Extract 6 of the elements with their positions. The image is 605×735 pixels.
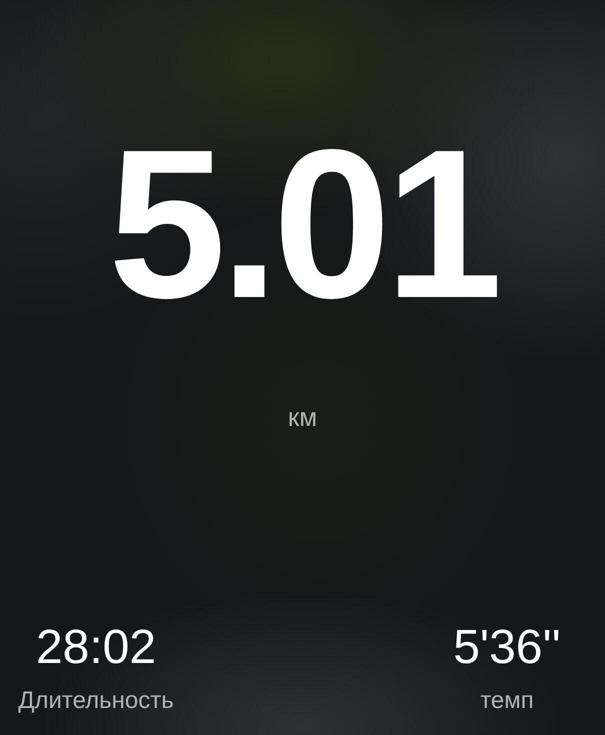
distance-unit: км [288, 402, 318, 433]
stat-label: темп [479, 686, 535, 716]
stat-value: 28:02 [36, 622, 156, 675]
stat-value: 5'36'' [453, 622, 561, 675]
distance-value: 5.01 [108, 118, 497, 330]
stat-label: Длительность [17, 686, 175, 716]
